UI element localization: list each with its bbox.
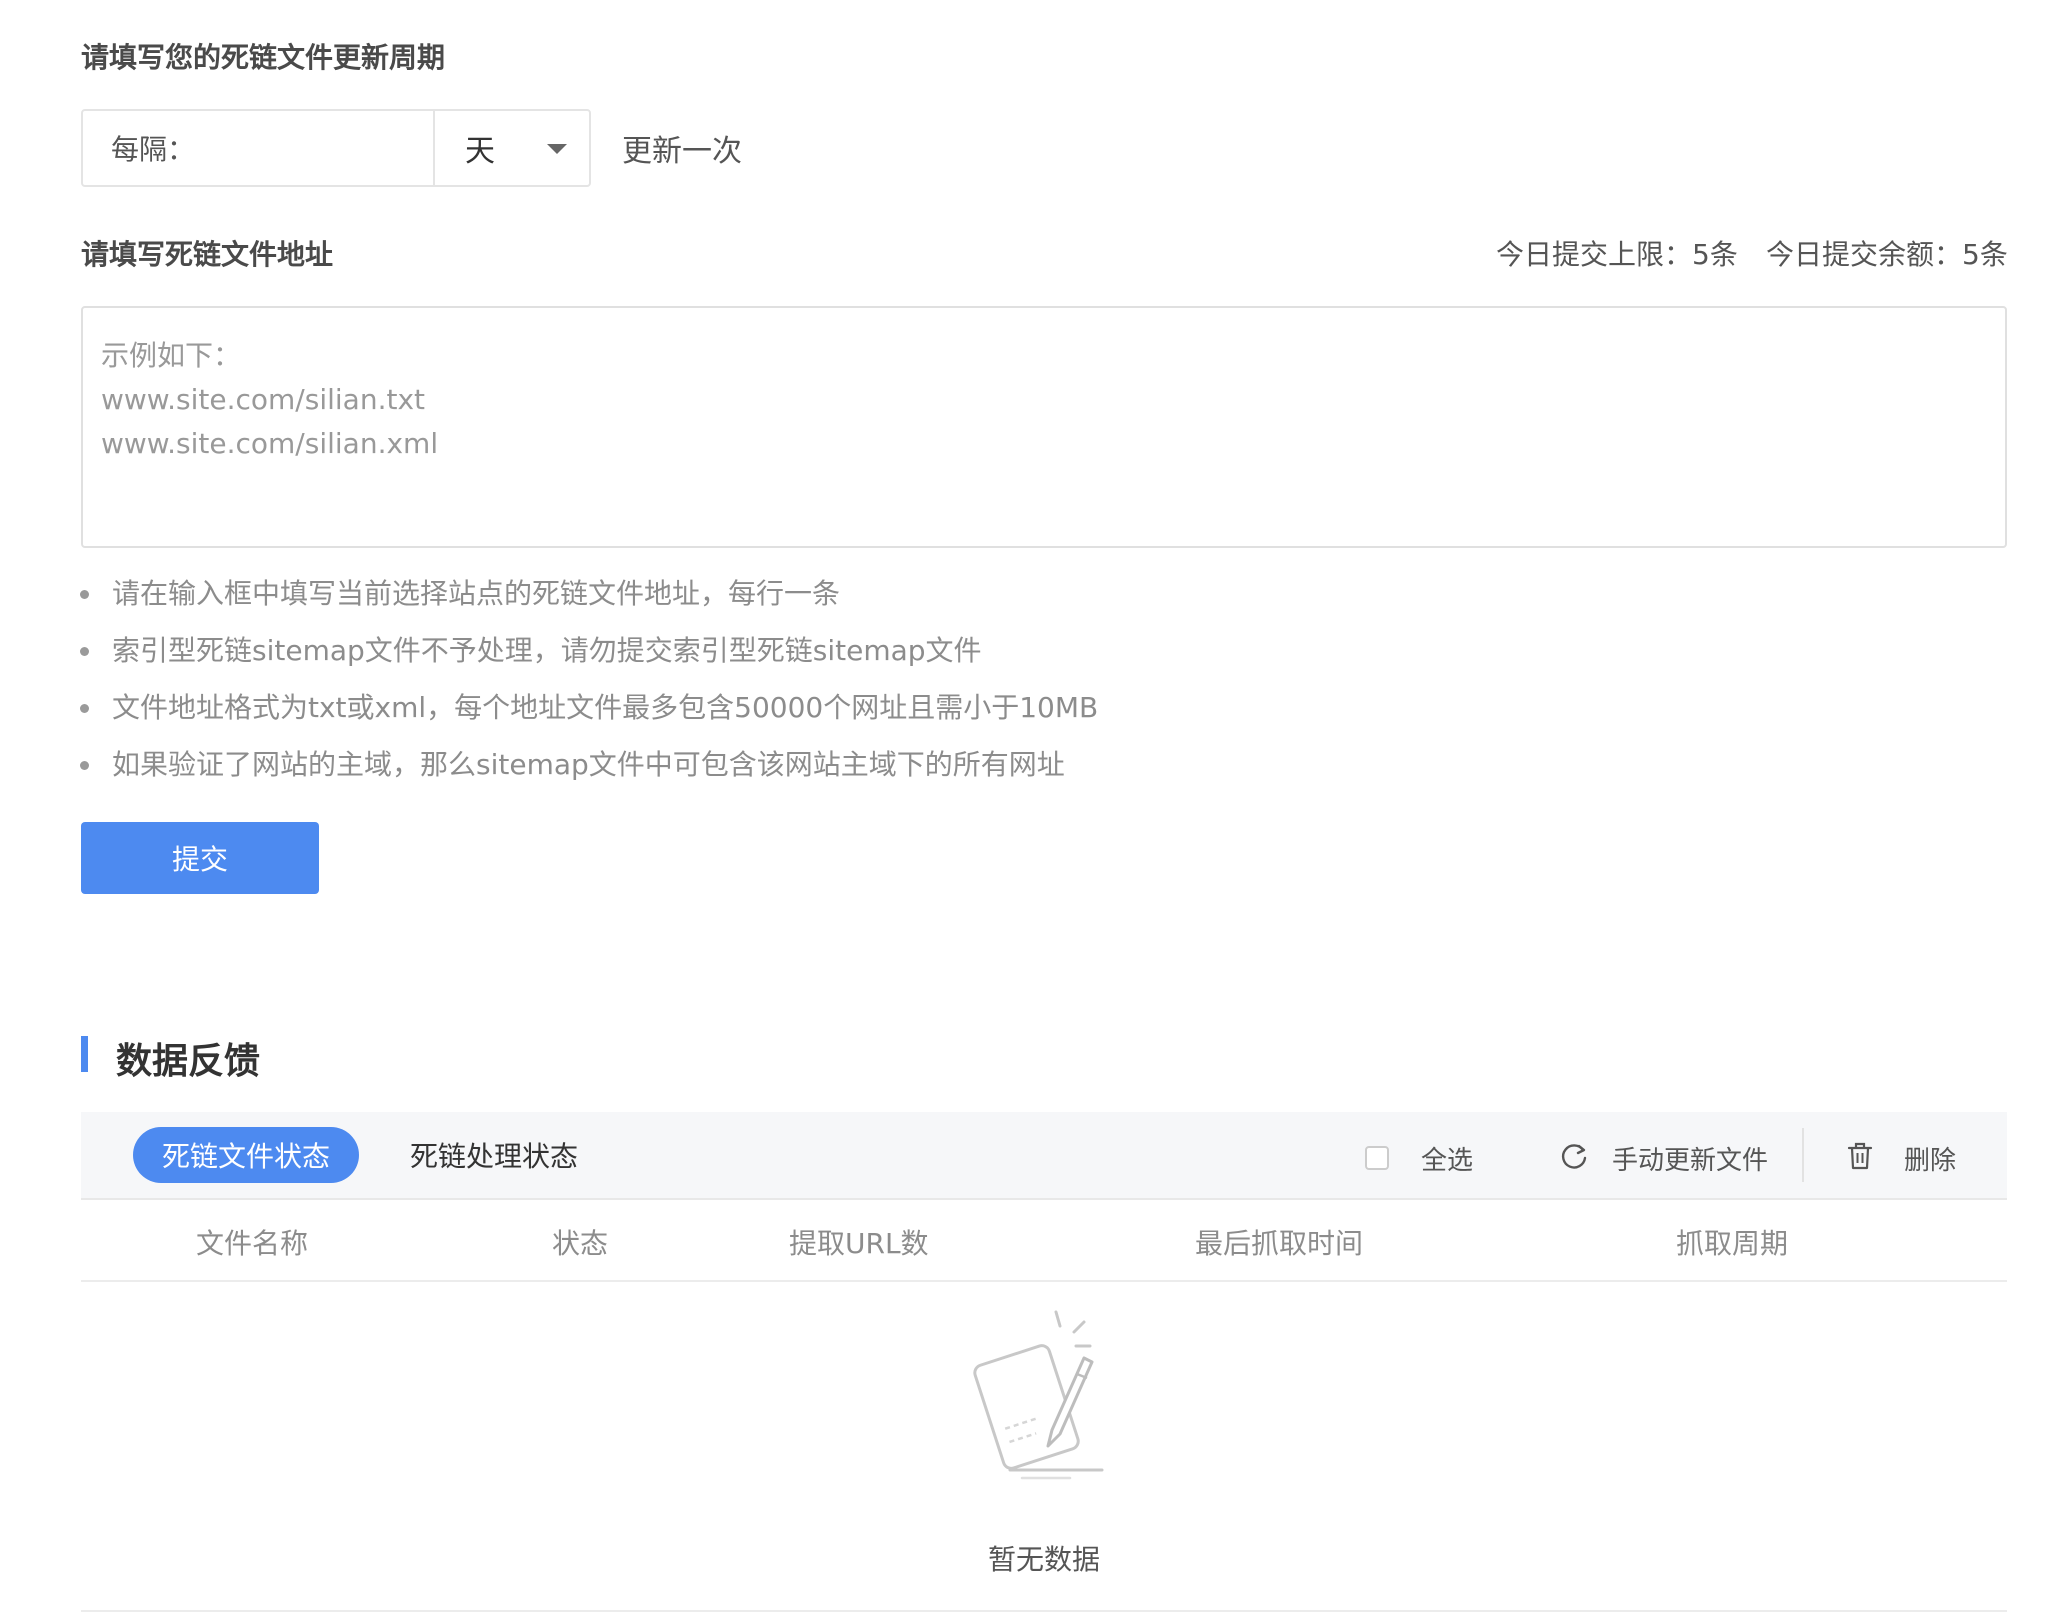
unit-select[interactable]: 天 — [435, 111, 589, 185]
daily-remaining-text: 今日提交余额：5条 — [1766, 238, 2008, 271]
select-all-checkbox[interactable] — [1365, 1146, 1389, 1170]
update-cycle-title: 请填写您的死链文件更新周期 — [81, 41, 446, 74]
caret-down-icon — [547, 144, 567, 154]
daily-limit-text: 今日提交上限：5条 — [1496, 238, 1738, 271]
refresh-icon[interactable] — [1559, 1141, 1589, 1171]
select-all-label[interactable]: 全选 — [1421, 1140, 1473, 1177]
placeholder-line: www.site.com/silian.txt — [101, 383, 425, 416]
feedback-toolbar: 死链文件状态 死链处理状态 全选 手动更新文件 删除 — [81, 1112, 2007, 1200]
manual-update-button[interactable]: 手动更新文件 — [1612, 1140, 1768, 1177]
file-address-textarea[interactable]: 示例如下： www.site.com/silian.txt www.site.c… — [81, 306, 2007, 548]
submit-button[interactable]: 提交 — [81, 822, 319, 894]
trash-icon[interactable] — [1846, 1141, 1874, 1171]
tab-dead-link-file-status[interactable]: 死链文件状态 — [133, 1127, 359, 1183]
column-header-status: 状态 — [552, 1227, 609, 1260]
table-header: 文件名称 状态 提取URL数 最后抓取时间 抓取周期 — [81, 1198, 2007, 1282]
toolbar-divider — [1802, 1128, 1804, 1182]
column-header-file-name: 文件名称 — [196, 1227, 309, 1260]
interval-input[interactable]: 每隔： — [83, 111, 435, 185]
interval-control: 每隔： 天 — [81, 109, 591, 187]
feedback-section-title: 数据反馈 — [116, 1041, 261, 1082]
placeholder-line: www.site.com/silian.xml — [101, 427, 439, 460]
empty-notepad-icon — [973, 1310, 1104, 1480]
tips-list: 请在输入框中填写当前选择站点的死链文件地址，每行一条 索引型死链sitemap文… — [78, 572, 1098, 800]
column-header-crawl-cycle: 抓取周期 — [1676, 1227, 1789, 1260]
tip-item: 如果验证了网站的主域，那么sitemap文件中可包含该网站主域下的所有网址 — [78, 743, 1098, 800]
unit-select-value: 天 — [465, 134, 495, 169]
tab-dead-link-process-status[interactable]: 死链处理状态 — [399, 1127, 589, 1183]
empty-state-text: 暂无数据 — [987, 1543, 1100, 1576]
interval-label: 每隔： — [111, 133, 196, 166]
section-accent-bar — [81, 1036, 88, 1072]
tip-item: 索引型死链sitemap文件不予处理，请勿提交索引型死链sitemap文件 — [78, 629, 1098, 686]
tip-item: 文件地址格式为txt或xml，每个地址文件最多包含50000个网址且需小于10M… — [78, 686, 1098, 743]
update-once-text: 更新一次 — [622, 134, 742, 169]
table-bottom-border — [81, 1610, 2007, 1612]
delete-button[interactable]: 删除 — [1904, 1140, 1956, 1177]
tip-item: 请在输入框中填写当前选择站点的死链文件地址，每行一条 — [78, 572, 1098, 629]
placeholder-line: 示例如下： — [101, 339, 242, 372]
column-header-last-crawl-time: 最后抓取时间 — [1195, 1227, 1364, 1260]
file-address-title: 请填写死链文件地址 — [81, 238, 334, 271]
column-header-url-count: 提取URL数 — [789, 1227, 929, 1260]
